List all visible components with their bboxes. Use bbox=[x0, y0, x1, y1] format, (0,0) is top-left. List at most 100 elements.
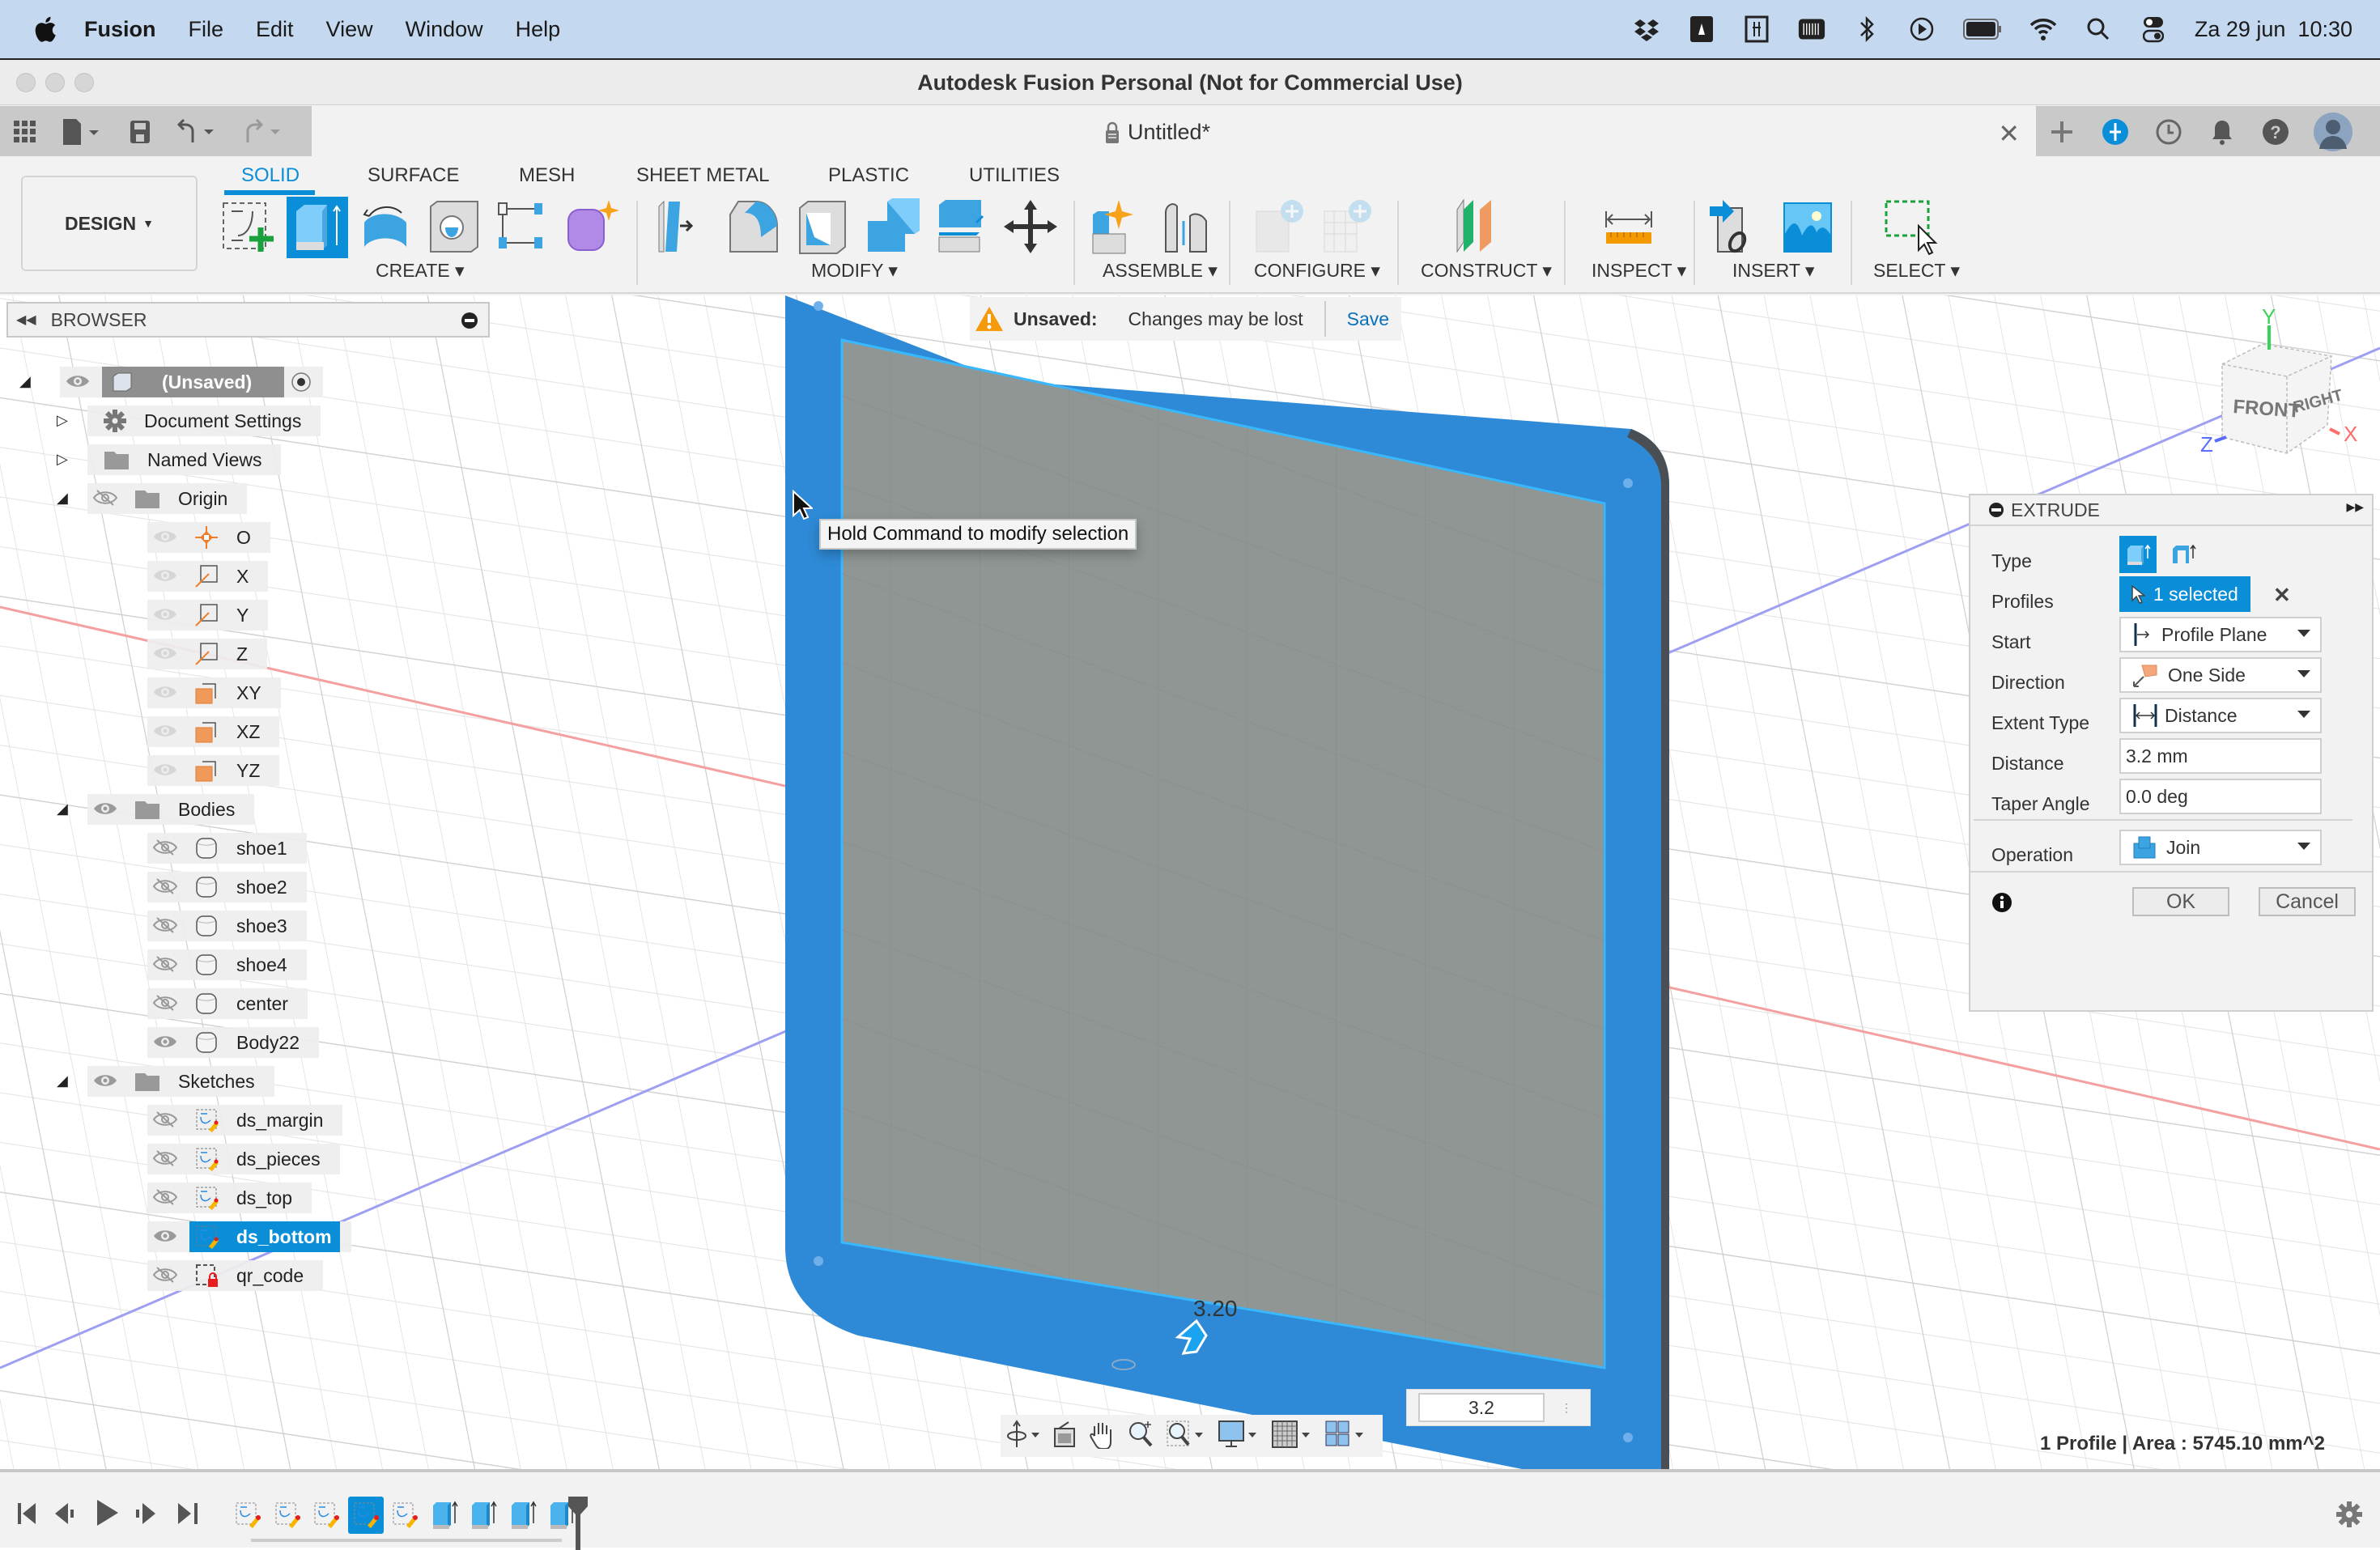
timeline-sketch-feature[interactable] bbox=[270, 1497, 305, 1534]
revolve-tool[interactable] bbox=[358, 198, 414, 255]
visibility-on-icon[interactable] bbox=[152, 1227, 178, 1246]
visibility-off-icon[interactable] bbox=[152, 1149, 178, 1169]
distance-input[interactable] bbox=[2119, 738, 2322, 774]
timeline-previous-icon[interactable] bbox=[55, 1503, 78, 1524]
visibility-off-icon[interactable] bbox=[152, 955, 178, 975]
expand-toggle-icon[interactable]: ▷ bbox=[57, 451, 68, 468]
timeline-first-icon[interactable] bbox=[18, 1503, 37, 1524]
autodesk-icon[interactable] bbox=[1688, 15, 1715, 43]
new-tab-plus-icon[interactable] bbox=[2046, 116, 2078, 148]
group-assemble[interactable]: ASSEMBLE ▾ bbox=[1103, 260, 1218, 282]
group-construct[interactable]: CONSTRUCT ▾ bbox=[1421, 260, 1552, 282]
info-icon[interactable] bbox=[1991, 892, 2012, 913]
zoom-window-button[interactable] bbox=[74, 73, 94, 92]
ok-button[interactable]: OK bbox=[2132, 887, 2229, 916]
insert-canvas-tool[interactable] bbox=[1783, 198, 1834, 255]
browser-item-ds-bottom[interactable]: ds_bottom bbox=[147, 1221, 351, 1252]
operation-dropdown[interactable]: Join bbox=[2119, 830, 2322, 865]
expand-toggle-icon[interactable]: ◢ bbox=[57, 1072, 68, 1089]
clear-profiles-icon[interactable]: ✕ bbox=[2273, 583, 2291, 608]
dialog-minimize-icon[interactable] bbox=[1988, 502, 2004, 518]
pattern-tool[interactable] bbox=[495, 198, 552, 255]
timeline-marker[interactable] bbox=[568, 1497, 588, 1550]
configure-tool-a[interactable] bbox=[1255, 198, 1307, 255]
tab-sheet-metal[interactable]: SHEET METAL bbox=[636, 164, 769, 187]
save-link[interactable]: Save bbox=[1347, 308, 1389, 330]
window-select-tool[interactable] bbox=[1883, 198, 1940, 256]
expand-toggle-icon[interactable]: ◢ bbox=[19, 373, 31, 390]
browser-item-x[interactable]: X bbox=[147, 561, 269, 592]
visibility-on-icon[interactable] bbox=[152, 605, 178, 625]
type-thin-button[interactable] bbox=[2165, 536, 2202, 573]
browser-item-sketches[interactable]: Sketches bbox=[87, 1066, 274, 1097]
browser-item-shoe4[interactable]: shoe4 bbox=[147, 949, 307, 980]
undo-icon[interactable] bbox=[175, 118, 220, 146]
job-status-clock-icon[interactable] bbox=[2153, 116, 2185, 148]
visibility-off-icon[interactable] bbox=[152, 1110, 178, 1130]
group-select[interactable]: SELECT ▾ bbox=[1873, 260, 1960, 282]
browser-item-o[interactable]: O bbox=[147, 522, 270, 553]
configure-tool-b[interactable] bbox=[1323, 198, 1375, 255]
extrude-tool[interactable] bbox=[287, 197, 348, 258]
browser-item-center[interactable]: center bbox=[147, 988, 308, 1019]
insert-derive-tool[interactable] bbox=[1710, 198, 1766, 255]
timeline-sketch-feature[interactable] bbox=[230, 1497, 266, 1534]
browser-item-xy[interactable]: XY bbox=[147, 677, 281, 708]
create-form-tool[interactable] bbox=[563, 198, 620, 255]
document-tab[interactable]: Untitled* ✕ bbox=[312, 112, 2036, 158]
browser-item-y[interactable]: Y bbox=[147, 600, 269, 631]
close-window-button[interactable] bbox=[16, 73, 36, 92]
direction-dropdown[interactable]: One Side bbox=[2119, 657, 2322, 693]
hole-tool[interactable] bbox=[426, 198, 482, 255]
profiles-selection-button[interactable]: 1 selected bbox=[2119, 576, 2250, 612]
expand-toggle-icon[interactable]: ◢ bbox=[57, 800, 68, 817]
control-center-icon[interactable] bbox=[2140, 15, 2167, 43]
notifications-bell-icon[interactable] bbox=[2206, 116, 2238, 148]
timeline-play-icon[interactable] bbox=[97, 1500, 118, 1526]
battery-icon[interactable] bbox=[1962, 15, 2002, 43]
dropbox-icon[interactable] bbox=[1633, 15, 1660, 43]
visibility-on-icon[interactable] bbox=[152, 683, 178, 703]
press-pull-tool[interactable] bbox=[656, 198, 712, 255]
redo-icon[interactable] bbox=[241, 118, 287, 146]
file-menu-icon[interactable] bbox=[60, 118, 105, 146]
workspace-design-dropdown[interactable]: DESIGN ▼ bbox=[21, 176, 198, 271]
manipulator-distance-input[interactable] bbox=[1418, 1393, 1545, 1422]
extent-type-dropdown[interactable]: Distance bbox=[2119, 698, 2322, 733]
minimize-window-button[interactable] bbox=[45, 73, 65, 92]
visibility-on-icon[interactable] bbox=[152, 722, 178, 741]
extensions-icon[interactable] bbox=[2099, 116, 2131, 148]
visibility-on-icon[interactable] bbox=[152, 761, 178, 780]
browser-item-ds-margin[interactable]: ds_margin bbox=[147, 1105, 343, 1136]
zoom-icon[interactable] bbox=[1127, 1420, 1154, 1453]
timeline-sketch-feature[interactable] bbox=[308, 1497, 344, 1534]
spotlight-icon[interactable] bbox=[2085, 15, 2112, 43]
cancel-button[interactable]: Cancel bbox=[2259, 887, 2356, 916]
type-solid-button[interactable] bbox=[2119, 536, 2157, 573]
group-inspect[interactable]: INSPECT ▾ bbox=[1592, 260, 1686, 282]
menu-view[interactable]: View bbox=[326, 17, 373, 42]
visibility-off-icon[interactable] bbox=[152, 1188, 178, 1208]
visibility-on-icon[interactable] bbox=[152, 644, 178, 664]
create-sketch-tool[interactable] bbox=[220, 198, 277, 255]
browser-item-document-settings[interactable]: Document Settings bbox=[87, 406, 321, 436]
keyboard-icon[interactable] bbox=[1798, 15, 1825, 43]
orbit-icon[interactable] bbox=[1005, 1419, 1041, 1453]
new-component-tool[interactable] bbox=[1091, 198, 1148, 255]
expand-toggle-icon[interactable]: ◢ bbox=[57, 490, 68, 507]
visibility-off-icon[interactable] bbox=[152, 994, 178, 1013]
browser-item-bodies[interactable]: Bodies bbox=[87, 794, 255, 825]
timeline-extrude-feature[interactable] bbox=[505, 1497, 541, 1534]
browser-item-yz[interactable]: YZ bbox=[147, 755, 280, 786]
visibility-on-icon[interactable] bbox=[152, 567, 178, 586]
browser-item-xz[interactable]: XZ bbox=[147, 716, 280, 747]
tab-utilities[interactable]: UTILITIES bbox=[969, 164, 1060, 187]
wifi-icon[interactable] bbox=[2029, 15, 2057, 43]
timeline-settings-gear-icon[interactable] bbox=[2336, 1501, 2362, 1527]
viewports-icon[interactable] bbox=[1324, 1420, 1366, 1453]
viewcube[interactable]: FRONT RIGHT Y Z X bbox=[2186, 304, 2380, 469]
data-panel-grid-icon[interactable] bbox=[11, 118, 39, 146]
collapse-browser-icon[interactable]: ◀◀ bbox=[16, 312, 36, 328]
tab-surface[interactable]: SURFACE bbox=[368, 164, 459, 187]
browser-item-root[interactable]: (Unsaved) bbox=[60, 367, 324, 397]
